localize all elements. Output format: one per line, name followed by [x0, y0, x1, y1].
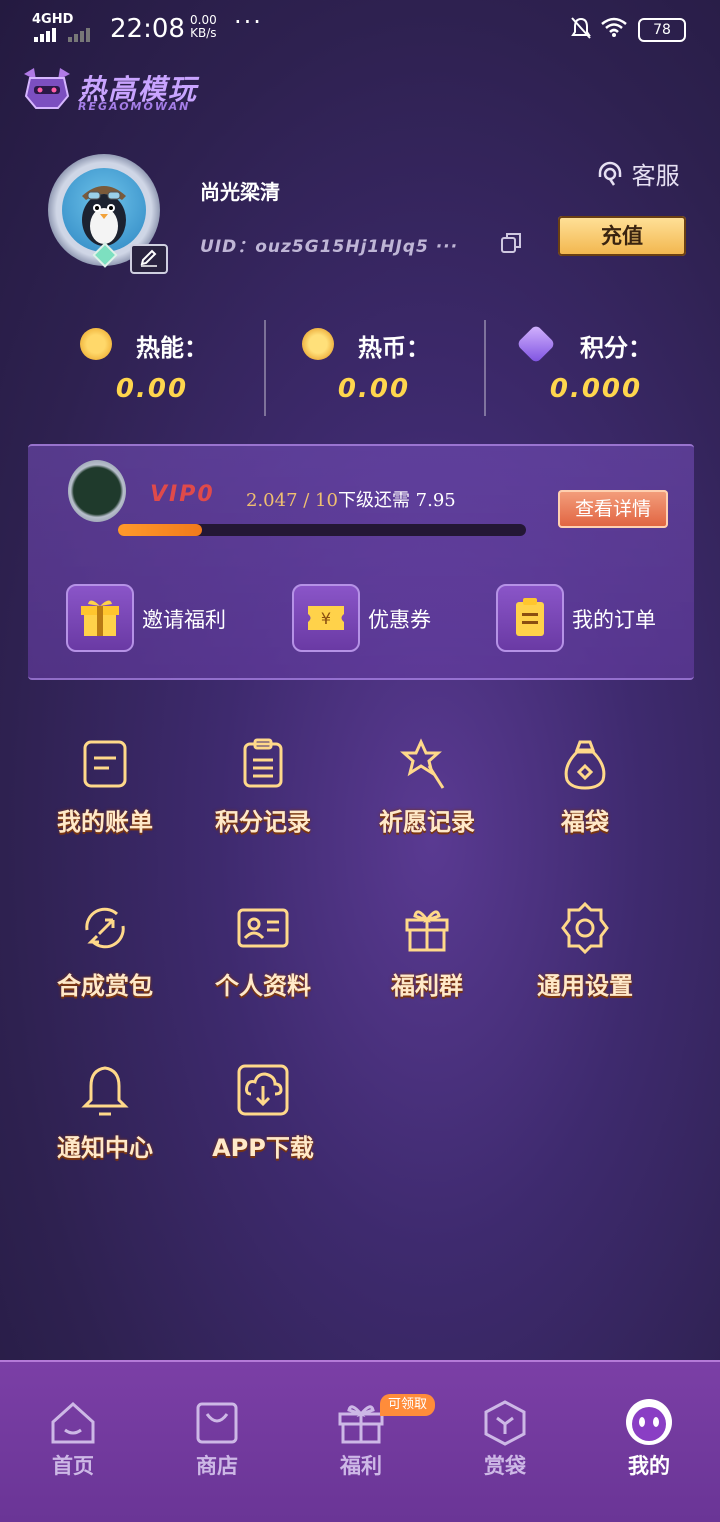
menu-gift-group[interactable]: 福利群 — [352, 900, 502, 1020]
menu-my-bill[interactable]: 我的账单 — [30, 736, 180, 856]
svg-text:¥: ¥ — [321, 609, 331, 628]
home-icon — [51, 1401, 95, 1444]
menu-label: 个人资料 — [215, 972, 311, 1000]
shop-bag-icon — [196, 1402, 238, 1444]
gesture-bar — [0, 1512, 720, 1520]
vip-detail-button[interactable]: 查看详情 — [558, 490, 668, 528]
menu-label: 合成赏包 — [57, 972, 153, 1000]
penguin-avatar-icon — [82, 186, 126, 246]
menu-points-record[interactable]: 积分记录 — [188, 736, 338, 856]
menu-label: 通用设置 — [537, 972, 633, 1000]
gift-group-icon — [405, 910, 449, 952]
prize-box-icon — [484, 1400, 526, 1446]
menu-label: 我的账单 — [57, 808, 153, 836]
balance-value: 0.00 — [337, 374, 411, 404]
vip-level: VIP0 — [150, 482, 215, 507]
menu-label: 祈愿记录 — [379, 808, 475, 836]
points-record-icon — [243, 738, 283, 788]
settings-gear-icon — [561, 901, 609, 955]
vip-badge-icon — [68, 460, 126, 522]
avatar[interactable] — [62, 168, 146, 252]
balance-points[interactable]: 积分： 0.000 — [486, 322, 706, 422]
clock: 22:08 — [110, 14, 185, 44]
menu-profile[interactable]: 个人资料 — [188, 900, 338, 1020]
menu-app-download[interactable]: APP下载 — [188, 1062, 338, 1182]
tab-label: 赏袋 — [484, 1454, 526, 1478]
vip-progress-fill — [118, 524, 202, 536]
menu-label: 福利群 — [391, 972, 463, 1000]
mine-avatar-icon — [626, 1399, 672, 1445]
tab-shop[interactable]: 商店 — [162, 1398, 272, 1488]
menu-notification[interactable]: 通知中心 — [30, 1062, 180, 1182]
recharge-button[interactable]: 充值 — [558, 216, 686, 256]
mute-bell-icon — [571, 17, 591, 39]
tab-label: 福利 — [340, 1454, 382, 1478]
tab-home[interactable]: 首页 — [18, 1398, 128, 1488]
user-uid: UID：ouz5G15Hj1HJq5 ··· — [200, 237, 459, 257]
menu-label: 积分记录 — [215, 808, 311, 836]
vip-target: 10 — [315, 490, 338, 511]
balance-value: 0.00 — [115, 374, 189, 404]
vip-progress-text: 2.047 / 10下级还需 7.95 — [246, 486, 456, 512]
network-speed: 0.00 KB/s — [190, 14, 217, 40]
menu-label: 福袋 — [561, 808, 609, 836]
app-download-icon — [237, 1064, 289, 1116]
headset-icon — [598, 161, 622, 186]
quick-action-label: 优惠券 — [368, 608, 431, 632]
claimable-badge: 可领取 — [380, 1394, 436, 1416]
bell-icon — [81, 1066, 129, 1116]
network-indicator: 4GHD — [32, 12, 74, 27]
customer-service-label: 客服 — [631, 162, 680, 190]
menu-label: APP下载 — [212, 1134, 314, 1162]
customer-service-button[interactable]: 客服 — [596, 156, 680, 191]
vip-separator: / — [297, 490, 316, 511]
logo-subtitle: REGAOMOWAN — [78, 100, 191, 113]
signal-icon — [34, 28, 90, 42]
robot-logo-icon — [24, 68, 70, 109]
tab-label: 我的 — [628, 1454, 670, 1478]
more-dots-icon: ··· — [234, 8, 263, 36]
coupon-icon: ¥ — [292, 584, 360, 652]
balance-energy[interactable]: 热能： 0.00 — [42, 322, 262, 422]
synthesis-icon — [85, 907, 125, 949]
vip-remaining: 下级还需 7.95 — [337, 490, 456, 511]
balance-value: 0.000 — [549, 374, 643, 404]
balance-hot-coin[interactable]: 热币： 0.00 — [264, 322, 484, 422]
menu-settings[interactable]: 通用设置 — [510, 900, 660, 1020]
wifi-icon — [601, 17, 627, 37]
vip-current: 2.047 — [246, 490, 298, 511]
edit-profile-button[interactable] — [130, 244, 168, 274]
bill-icon — [83, 740, 127, 788]
order-icon — [496, 584, 564, 652]
tab-label: 商店 — [196, 1454, 238, 1478]
balance-label: 积分： — [580, 334, 652, 362]
balance-label: 热币： — [358, 334, 430, 362]
username: 尚光梁清 — [200, 180, 280, 204]
profile-card-icon — [237, 908, 289, 948]
menu-wish-record[interactable]: 祈愿记录 — [352, 736, 502, 856]
tab-prize-bag[interactable]: 赏袋 — [450, 1398, 560, 1488]
menu-label: 通知中心 — [57, 1134, 153, 1162]
wish-wand-icon — [400, 738, 445, 789]
lucky-bag-icon — [564, 740, 606, 790]
copy-icon[interactable] — [500, 232, 522, 254]
battery-indicator: 78 — [638, 18, 686, 42]
pencil-icon — [140, 249, 157, 267]
quick-action-label: 我的订单 — [572, 608, 656, 632]
tab-label: 首页 — [52, 1454, 94, 1478]
quick-action-label: 邀请福利 — [142, 608, 226, 632]
menu-synthesis[interactable]: 合成赏包 — [30, 900, 180, 1020]
menu-lucky-bag[interactable]: 福袋 — [510, 736, 660, 856]
gift-icon — [66, 584, 134, 652]
status-bar: 4GHD 22:08 0.00 KB/s ··· 78 — [0, 0, 720, 56]
tab-mine[interactable]: 我的 — [594, 1398, 704, 1488]
speed-unit: KB/s — [190, 26, 217, 40]
balance-label: 热能： — [136, 334, 208, 362]
